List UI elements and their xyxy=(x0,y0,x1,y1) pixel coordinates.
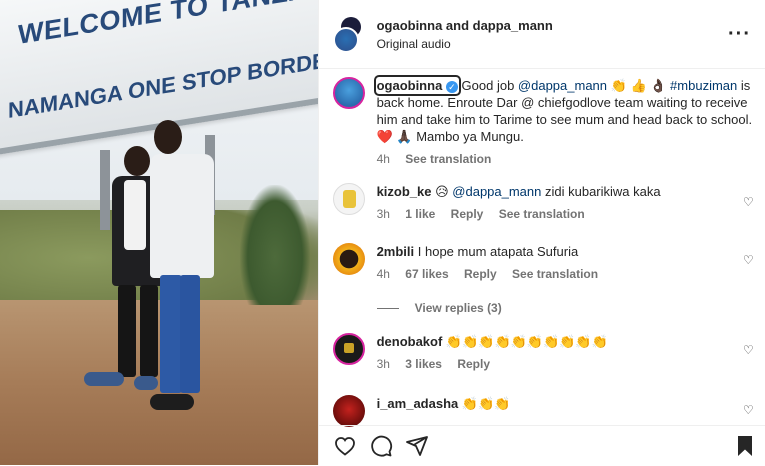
comment-text: 👏👏👏👏👏👏👏👏👏👏 xyxy=(442,334,608,349)
caption-mention[interactable]: @dappa_mann xyxy=(518,78,607,93)
post-actions-bar xyxy=(318,425,765,466)
like-comment-heart-icon[interactable]: ♡ xyxy=(743,253,754,267)
reply-button[interactable]: Reply xyxy=(451,207,484,221)
bookmark-icon[interactable] xyxy=(735,434,755,458)
more-options-icon[interactable]: ··· xyxy=(728,23,751,46)
comment-icon[interactable] xyxy=(369,434,393,458)
see-translation-button[interactable]: See translation xyxy=(512,267,598,281)
caption-time[interactable]: 4h xyxy=(377,152,390,166)
comment-emoji: 😥 xyxy=(431,184,453,199)
caption-emojis: ❤️ 🙏🏿 xyxy=(376,129,417,144)
comment-text: 👏👏👏 xyxy=(458,396,511,411)
comment-text: I hope mum atapata Sufuria xyxy=(414,244,579,259)
post-panel: ogaobinna and dappa_mann Original audio … xyxy=(317,0,765,466)
collab-avatars[interactable] xyxy=(332,17,365,53)
caption-hashtag[interactable]: #mbuziman xyxy=(670,78,737,93)
post-caption: ogaobinna ✓ Good job @dappa_mann 👏 👍 👌🏿 … xyxy=(332,75,758,168)
like-comment-heart-icon[interactable]: ♡ xyxy=(743,403,754,417)
comment-username[interactable]: kizob_ke xyxy=(377,184,432,199)
comment-username[interactable]: denobakof xyxy=(377,334,443,349)
cactus xyxy=(240,185,310,305)
avatar-ogaobinna[interactable] xyxy=(332,77,365,109)
comments-list[interactable]: ogaobinna ✓ Good job @dappa_mann 👏 👍 👌🏿 … xyxy=(319,69,765,429)
comment-time[interactable]: 4h xyxy=(377,267,390,281)
share-icon[interactable] xyxy=(405,434,429,458)
comment-item: kizob_ke 😥 @dappa_mann zidi kubarikiwa k… xyxy=(332,183,758,223)
comment-mention[interactable]: @dappa_mann xyxy=(452,184,541,199)
replies-line xyxy=(376,308,399,310)
sign-pillar xyxy=(100,150,110,230)
verified-badge-icon: ✓ xyxy=(445,80,458,93)
like-comment-heart-icon[interactable]: ♡ xyxy=(743,195,754,209)
caption-username[interactable]: ogaobinna ✓ xyxy=(373,75,461,96)
post-header: ogaobinna and dappa_mann Original audio … xyxy=(318,0,765,69)
avatar-2mbili[interactable] xyxy=(332,243,365,275)
comment-likes[interactable]: 67 likes xyxy=(405,267,448,281)
avatar-denobakof[interactable] xyxy=(332,333,365,365)
comment-likes[interactable]: 1 like xyxy=(405,207,435,221)
comment-item: 2mbili I hope mum atapata Sufuria 4h 67 … xyxy=(332,243,758,283)
comment-item: denobakof 👏👏👏👏👏👏👏👏👏👏 3h 3 likes Reply xyxy=(332,333,758,373)
avatar-kizob-ke[interactable] xyxy=(332,183,365,215)
comment-username[interactable]: i_am_adasha xyxy=(377,396,459,411)
reply-button[interactable]: Reply xyxy=(457,357,490,371)
comment-item: i_am_adasha 👏👏👏 xyxy=(332,395,758,427)
post-media[interactable]: WELCOME TO TANZANIA NAMANGA ONE STOP BOR… xyxy=(0,0,318,465)
see-translation-button[interactable]: See translation xyxy=(499,207,585,221)
avatar-i-am-adasha[interactable] xyxy=(332,395,365,427)
heart-icon[interactable] xyxy=(333,434,357,458)
caption-text: Mambo ya Mungu. xyxy=(416,129,524,144)
audio-label[interactable]: Original audio xyxy=(377,37,728,51)
comment-username[interactable]: 2mbili xyxy=(377,244,415,259)
caption-text: Good job xyxy=(457,78,518,93)
comment-time[interactable]: 3h xyxy=(377,207,390,221)
post-authors[interactable]: ogaobinna and dappa_mann xyxy=(377,18,728,33)
avatar-ogaobinna[interactable] xyxy=(332,27,359,53)
comment-time[interactable]: 3h xyxy=(377,357,390,371)
view-replies-button[interactable]: View replies (3) xyxy=(376,301,502,315)
caption-emojis: 👏 👍 👌🏿 xyxy=(607,78,671,93)
see-translation-button[interactable]: See translation xyxy=(405,152,491,166)
comment-likes[interactable]: 3 likes xyxy=(405,357,442,371)
like-comment-heart-icon[interactable]: ♡ xyxy=(743,343,754,357)
reply-button[interactable]: Reply xyxy=(464,267,497,281)
comment-text: zidi kubarikiwa kaka xyxy=(541,184,661,199)
dirt-road xyxy=(0,300,318,465)
